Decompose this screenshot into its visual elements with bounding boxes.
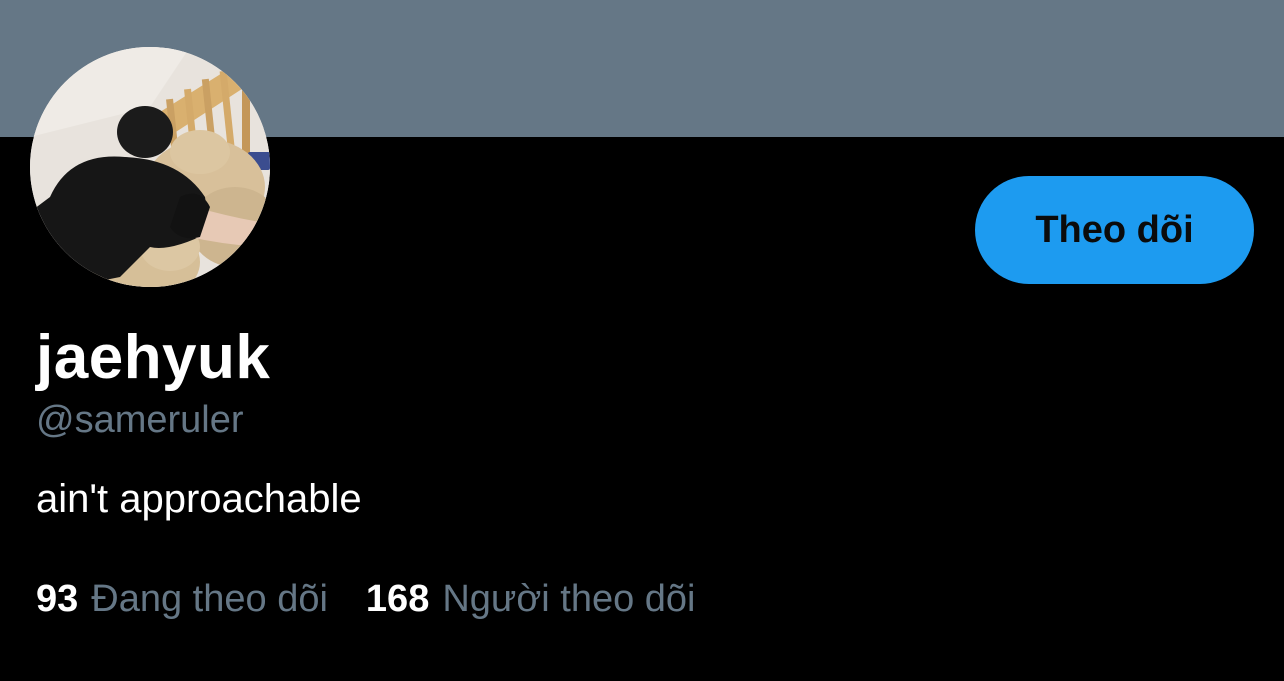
- following-label: Đang theo dõi: [91, 578, 328, 620]
- display-name: jaehyuk: [36, 323, 271, 392]
- followers-stat-link[interactable]: 168 Người theo dõi: [366, 574, 696, 624]
- followers-count: 168: [365, 578, 430, 620]
- following-count: 93: [36, 578, 79, 620]
- follow-button[interactable]: Theo dõi: [975, 176, 1254, 284]
- profile-bio: ain't approachable: [36, 477, 362, 521]
- followers-label: Người theo dõi: [442, 578, 696, 620]
- following-stat-link[interactable]: 93 Đang theo dõi: [36, 574, 328, 624]
- profile-page: Theo dõi jaehyuk @sameruler ain't approa…: [0, 0, 1284, 681]
- avatar[interactable]: [30, 47, 270, 287]
- username-handle: @sameruler: [36, 399, 244, 441]
- profile-stats: 93 Đang theo dõi 168 Người theo dõi: [36, 574, 696, 624]
- avatar-photo: [30, 47, 270, 287]
